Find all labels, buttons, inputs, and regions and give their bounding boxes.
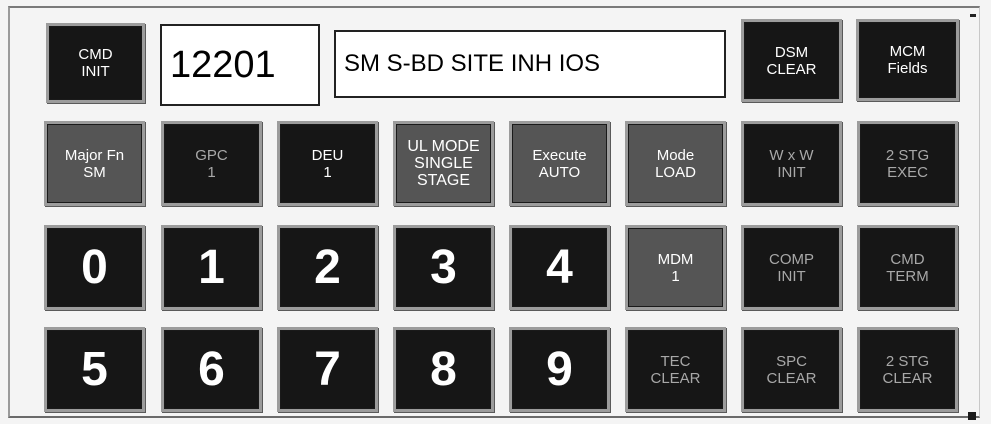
mode-button[interactable]: Mode LOAD — [625, 121, 726, 206]
digit-5-button[interactable]: 5 — [44, 327, 145, 412]
cmd-term-label: CMD TERM — [886, 250, 929, 285]
digit-5-label: 5 — [81, 342, 108, 396]
mdm-label: MDM 1 — [657, 250, 694, 285]
id-value: 12201 — [170, 43, 276, 86]
stg-exec-button[interactable]: 2 STG EXEC — [857, 121, 958, 206]
digit-1-label: 1 — [198, 240, 225, 294]
major-fn-label: Major Fn SM — [64, 146, 125, 181]
dsm-clear-button[interactable]: DSM CLEAR — [741, 19, 842, 102]
deu-button[interactable]: DEU 1 — [277, 121, 378, 206]
dsm-clear-label: DSM CLEAR — [766, 43, 817, 78]
digit-0-button[interactable]: 0 — [44, 225, 145, 310]
digit-3-label: 3 — [430, 240, 457, 294]
corner-tick — [970, 14, 976, 17]
id-display: 12201 — [160, 24, 320, 106]
ul-mode-button[interactable]: UL MODE SINGLE STAGE — [393, 121, 494, 206]
stg-exec-label: 2 STG EXEC — [885, 146, 930, 181]
mcm-fields-label: MCM Fields — [887, 43, 928, 77]
digit-2-button[interactable]: 2 — [277, 225, 378, 310]
major-fn-button[interactable]: Major Fn SM — [44, 121, 145, 206]
comp-init-button[interactable]: COMP INIT — [741, 225, 842, 310]
mdm-button[interactable]: MDM 1 — [625, 225, 726, 310]
spc-clear-button[interactable]: SPC CLEAR — [741, 327, 842, 412]
gpc-label: GPC 1 — [195, 146, 228, 181]
message-display: SM S-BD SITE INH IOS — [334, 30, 726, 98]
cmd-init-label: CMD INIT — [78, 46, 113, 80]
wxw-init-label: W x W INIT — [769, 146, 814, 181]
digit-0-label: 0 — [81, 240, 108, 294]
digit-7-button[interactable]: 7 — [277, 327, 378, 412]
command-panel: CMD INIT 12201 SM S-BD SITE INH IOS DSM … — [0, 0, 991, 424]
digit-4-button[interactable]: 4 — [509, 225, 610, 310]
corner-marker — [968, 412, 976, 420]
digit-3-button[interactable]: 3 — [393, 225, 494, 310]
digit-8-label: 8 — [430, 342, 457, 396]
wxw-init-button[interactable]: W x W INIT — [741, 121, 842, 206]
ul-mode-label: UL MODE SINGLE STAGE — [407, 138, 480, 189]
execute-label: Execute AUTO — [532, 146, 587, 181]
digit-9-button[interactable]: 9 — [509, 327, 610, 412]
digit-6-label: 6 — [198, 342, 225, 396]
digit-7-label: 7 — [314, 342, 341, 396]
mode-label: Mode LOAD — [655, 146, 696, 181]
deu-label: DEU 1 — [311, 146, 344, 181]
digit-1-button[interactable]: 1 — [161, 225, 262, 310]
stg-clear-button[interactable]: 2 STG CLEAR — [857, 327, 958, 412]
digit-4-label: 4 — [546, 240, 573, 294]
tec-clear-button[interactable]: TEC CLEAR — [625, 327, 726, 412]
digit-8-button[interactable]: 8 — [393, 327, 494, 412]
cmd-term-button[interactable]: CMD TERM — [857, 225, 958, 310]
gpc-button[interactable]: GPC 1 — [161, 121, 262, 206]
stg-clear-label: 2 STG CLEAR — [882, 352, 933, 387]
cmd-init-button[interactable]: CMD INIT — [46, 23, 145, 103]
digit-6-button[interactable]: 6 — [161, 327, 262, 412]
digit-9-label: 9 — [546, 342, 573, 396]
comp-init-label: COMP INIT — [769, 250, 814, 285]
tec-clear-label: TEC CLEAR — [650, 352, 701, 387]
message-text: SM S-BD SITE INH IOS — [344, 50, 601, 77]
digit-2-label: 2 — [314, 240, 341, 294]
mcm-fields-button[interactable]: MCM Fields — [856, 19, 959, 101]
spc-clear-label: SPC CLEAR — [766, 352, 817, 387]
execute-button[interactable]: Execute AUTO — [509, 121, 610, 206]
